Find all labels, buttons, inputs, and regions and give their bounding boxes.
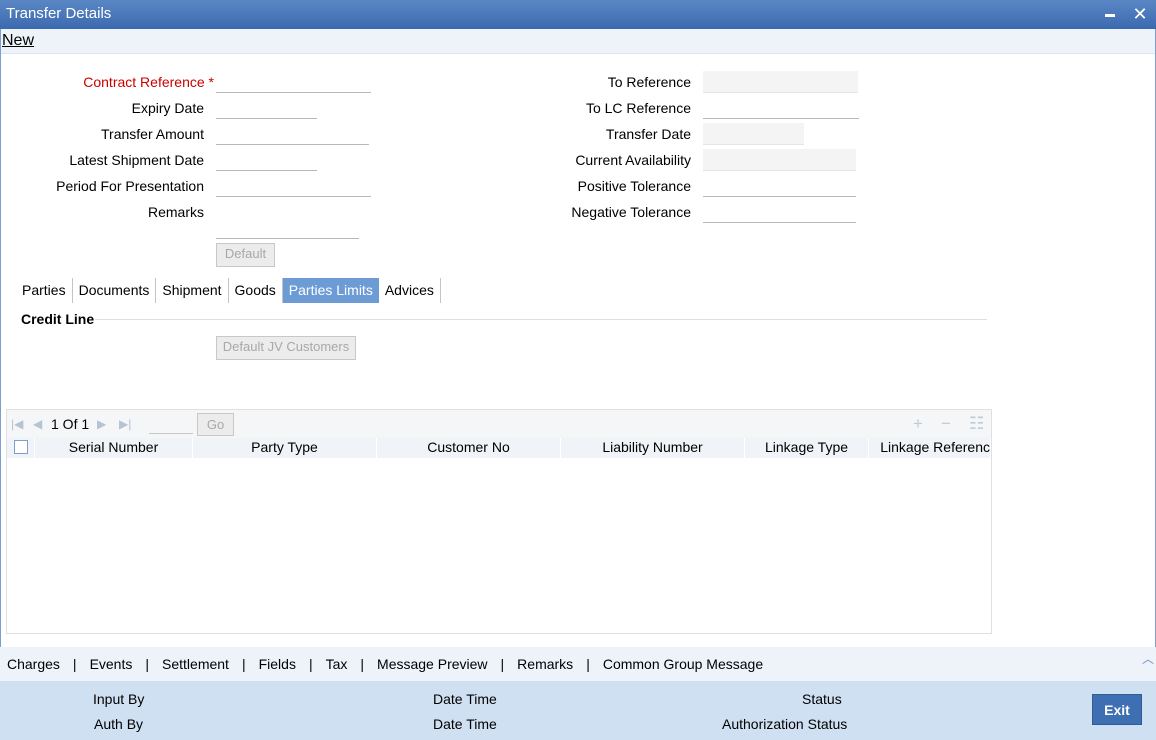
go-button[interactable]: Go (197, 413, 234, 436)
events-link[interactable]: Events (90, 656, 133, 672)
subsystem-links: Charges | Events | Settlement | Fields | Tax… (7, 656, 764, 672)
first-page-icon[interactable]: |◀ (11, 417, 23, 431)
tab-bar: Parties Documents Shipment Goods Parties… (16, 278, 441, 303)
date-time-label-2: Date Time (433, 716, 497, 732)
grid-toolbar: |◀ ◀ 1 Of 1 ▶ ▶| Go + − ☷ (7, 410, 991, 438)
to-lc-reference-label: To LC Reference (585, 100, 691, 116)
auth-by-label: Auth By (94, 716, 144, 732)
new-menu-item[interactable]: New (2, 32, 34, 50)
contract-reference-input[interactable] (216, 71, 371, 93)
transfer-date-label: Transfer Date (605, 126, 691, 142)
pager-text: 1 Of 1 (51, 416, 90, 432)
required-marker: * (208, 74, 214, 90)
tab-documents[interactable]: Documents (73, 278, 157, 303)
tab-parties[interactable]: Parties (16, 278, 73, 303)
authorization-status-label: Authorization Status (722, 716, 848, 732)
tab-shipment[interactable]: Shipment (156, 278, 229, 303)
single-view-icon[interactable]: ☷ (969, 414, 984, 434)
transfer-date-input[interactable] (703, 123, 804, 145)
positive-tolerance-label: Positive Tolerance (577, 178, 691, 194)
current-availability-label: Current Availability (575, 152, 691, 168)
next-page-icon[interactable]: ▶ (97, 417, 106, 431)
negative-tolerance-label: Negative Tolerance (571, 204, 691, 220)
expiry-date-input[interactable] (216, 97, 317, 119)
page-number-input[interactable] (149, 414, 193, 434)
parties-limits-grid: |◀ ◀ 1 Of 1 ▶ ▶| Go + − ☷ Serial Number … (6, 409, 992, 634)
window-title: Transfer Details (6, 5, 112, 22)
column-liability-number[interactable]: Liability Number (561, 438, 745, 458)
period-for-presentation-input[interactable] (216, 175, 371, 197)
status-label: Status (802, 691, 842, 707)
credit-line-heading: Credit Line (21, 311, 95, 327)
menu-bar: New (0, 29, 1156, 54)
audit-footer (0, 681, 1156, 740)
column-serial-number[interactable]: Serial Number (35, 438, 193, 458)
transfer-amount-label: Transfer Amount (101, 126, 204, 142)
exit-button[interactable]: Exit (1092, 694, 1142, 725)
tab-advices[interactable]: Advices (379, 278, 441, 303)
date-time-label-1: Date Time (433, 691, 497, 707)
fields-link[interactable]: Fields (259, 656, 296, 672)
contract-reference-label: Contract Reference * (83, 74, 214, 90)
expiry-date-label: Expiry Date (131, 100, 204, 116)
section-divider (95, 319, 987, 320)
to-lc-reference-input[interactable] (703, 97, 859, 119)
message-preview-link[interactable]: Message Preview (377, 656, 488, 672)
default-button[interactable]: Default (216, 243, 275, 267)
tax-link[interactable]: Tax (326, 656, 348, 672)
to-reference-input[interactable] (703, 71, 858, 93)
remarks-link[interactable]: Remarks (517, 656, 573, 672)
negative-tolerance-input[interactable] (703, 201, 856, 223)
current-availability-input[interactable] (703, 149, 856, 171)
remarks-label: Remarks (147, 204, 204, 220)
collapse-chevron-icon[interactable]: ︿ (1142, 650, 1154, 667)
to-reference-label: To Reference (607, 74, 691, 90)
window-title-bar: Transfer Details (0, 0, 1156, 29)
previous-page-icon[interactable]: ◀ (33, 417, 42, 431)
latest-shipment-date-input[interactable] (216, 149, 317, 171)
remarks-input[interactable] (216, 217, 359, 239)
select-all-column (7, 438, 35, 458)
input-by-label: Input By (93, 691, 145, 707)
add-row-icon[interactable]: + (913, 414, 923, 434)
default-jv-customers-button[interactable]: Default JV Customers (216, 336, 356, 360)
subsystem-bar: Charges | Events | Settlement | Fields | Tax… (0, 647, 1156, 681)
tab-parties-limits[interactable]: Parties Limits (282, 278, 379, 303)
close-icon[interactable]: ✕ (1130, 4, 1150, 24)
minimize-icon[interactable] (1100, 4, 1120, 24)
charges-link[interactable]: Charges (7, 656, 60, 672)
frame-border-left (0, 29, 1, 740)
grid-header-row: Serial Number Party Type Customer No Lia… (7, 438, 991, 458)
last-page-icon[interactable]: ▶| (119, 417, 131, 431)
period-for-presentation-label: Period For Presentation (56, 178, 204, 194)
select-all-checkbox[interactable] (13, 440, 28, 454)
settlement-link[interactable]: Settlement (162, 656, 229, 672)
column-linkage-reference[interactable]: Linkage Referenc (869, 438, 991, 458)
common-group-message-link[interactable]: Common Group Message (603, 656, 763, 672)
column-party-type[interactable]: Party Type (193, 438, 377, 458)
column-customer-no[interactable]: Customer No (377, 438, 561, 458)
tab-goods[interactable]: Goods (229, 278, 283, 303)
column-linkage-type[interactable]: Linkage Type (745, 438, 869, 458)
positive-tolerance-input[interactable] (703, 175, 856, 197)
transfer-amount-input[interactable] (216, 123, 369, 145)
delete-row-icon[interactable]: − (941, 414, 951, 434)
latest-shipment-date-label: Latest Shipment Date (69, 152, 204, 168)
